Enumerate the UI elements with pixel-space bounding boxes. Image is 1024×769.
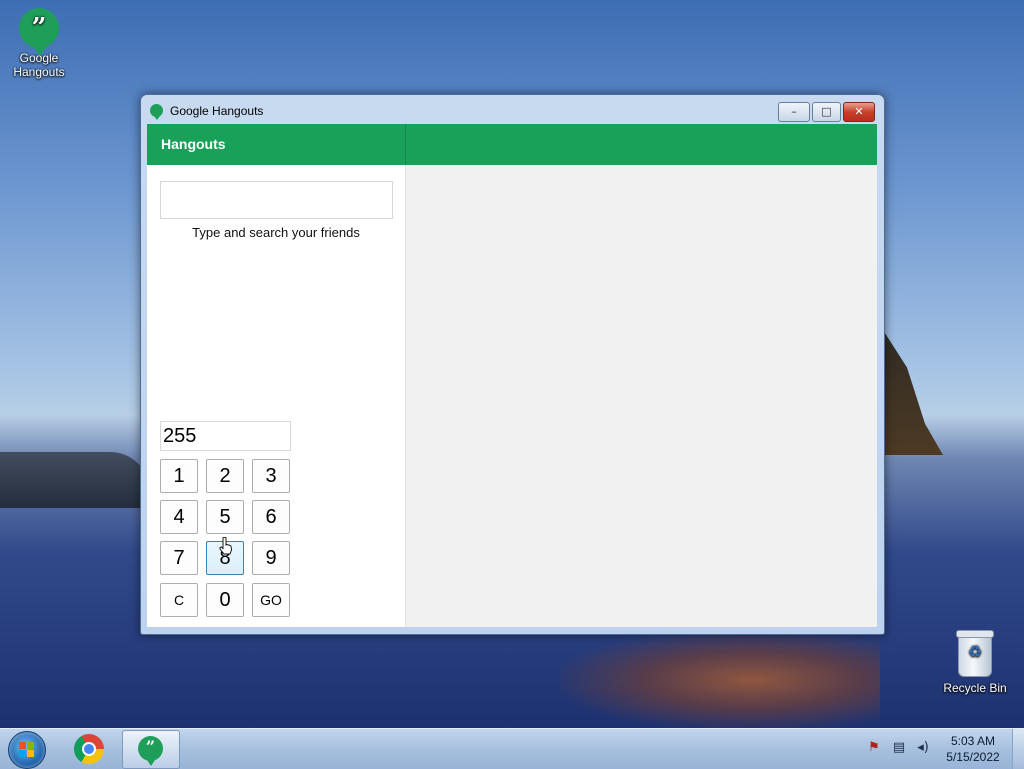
desktop-icon-google-hangouts[interactable]: ” Google Hangouts [3, 8, 75, 79]
dial-display[interactable]: 255 [160, 421, 291, 451]
maximize-button[interactable]: □ [812, 102, 841, 122]
key-1-button[interactable]: 1 [160, 459, 198, 493]
clock-time: 5:03 AM [950, 734, 996, 748]
hangouts-icon: ” [138, 736, 163, 766]
go-button[interactable]: GO [252, 583, 290, 617]
hangouts-icon [150, 104, 163, 120]
key-4-button[interactable]: 4 [160, 500, 198, 534]
chrome-icon [74, 734, 104, 764]
window-title: Google Hangouts [170, 104, 264, 118]
hangouts-icon: ” [19, 8, 59, 56]
contacts-pane: Type and search your friends 255 1 2 3 4… [147, 165, 406, 627]
key-9-button[interactable]: 9 [252, 541, 290, 575]
taskbar-hangouts-button[interactable]: ” [122, 730, 180, 769]
hangouts-window: Google Hangouts – □ ✕ Hangouts Type and … [140, 94, 885, 635]
key-7-button[interactable]: 7 [160, 541, 198, 575]
close-icon: ✕ [854, 105, 864, 118]
key-2-button[interactable]: 2 [206, 459, 244, 493]
recycle-bin-icon: ♻ [956, 630, 994, 677]
conversation-pane [406, 165, 877, 627]
app-header: Hangouts [147, 124, 406, 165]
search-hint: Type and search your friends [192, 225, 360, 240]
desktop-icon-label: Recycle Bin [943, 681, 1007, 695]
system-clock[interactable]: 5:03 AM 5/15/2022 [940, 733, 1006, 765]
show-desktop-button[interactable] [1012, 729, 1024, 769]
maximize-icon: □ [821, 105, 832, 118]
conversation-header [406, 124, 877, 165]
minimize-icon: – [791, 105, 797, 118]
key-6-button[interactable]: 6 [252, 500, 290, 534]
taskbar-chrome-button[interactable] [60, 730, 116, 767]
key-3-button[interactable]: 3 [252, 459, 290, 493]
close-button[interactable]: ✕ [843, 102, 875, 122]
volume-icon[interactable]: ◂) [914, 740, 932, 756]
network-icon[interactable]: ▤ [891, 740, 907, 756]
landscape-reflection [560, 630, 880, 728]
landscape-rocks-right [883, 330, 943, 455]
action-center-flag-icon[interactable]: ⚑ [866, 740, 882, 756]
app-title: Hangouts [161, 136, 226, 152]
key-5-button[interactable]: 5 [206, 500, 244, 534]
taskbar: ” ⚑ ▤ ◂) 5:03 AM 5/15/2022 [0, 728, 1024, 769]
clear-button[interactable]: C [160, 583, 198, 617]
clock-date: 5/15/2022 [946, 750, 1000, 764]
windows-logo-icon [19, 742, 35, 758]
window-titlebar[interactable]: Google Hangouts – □ ✕ [141, 95, 884, 124]
desktop-icon-recycle-bin[interactable]: ♻ Recycle Bin [939, 630, 1011, 695]
minimize-button[interactable]: – [778, 102, 810, 122]
key-0-button[interactable]: 0 [206, 583, 244, 617]
landscape-rocks-left [0, 452, 150, 508]
hand-cursor-icon [219, 537, 232, 555]
window-client-area: Hangouts Type and search your friends 25… [147, 124, 877, 627]
start-button[interactable] [8, 731, 46, 769]
search-input[interactable] [160, 181, 393, 219]
